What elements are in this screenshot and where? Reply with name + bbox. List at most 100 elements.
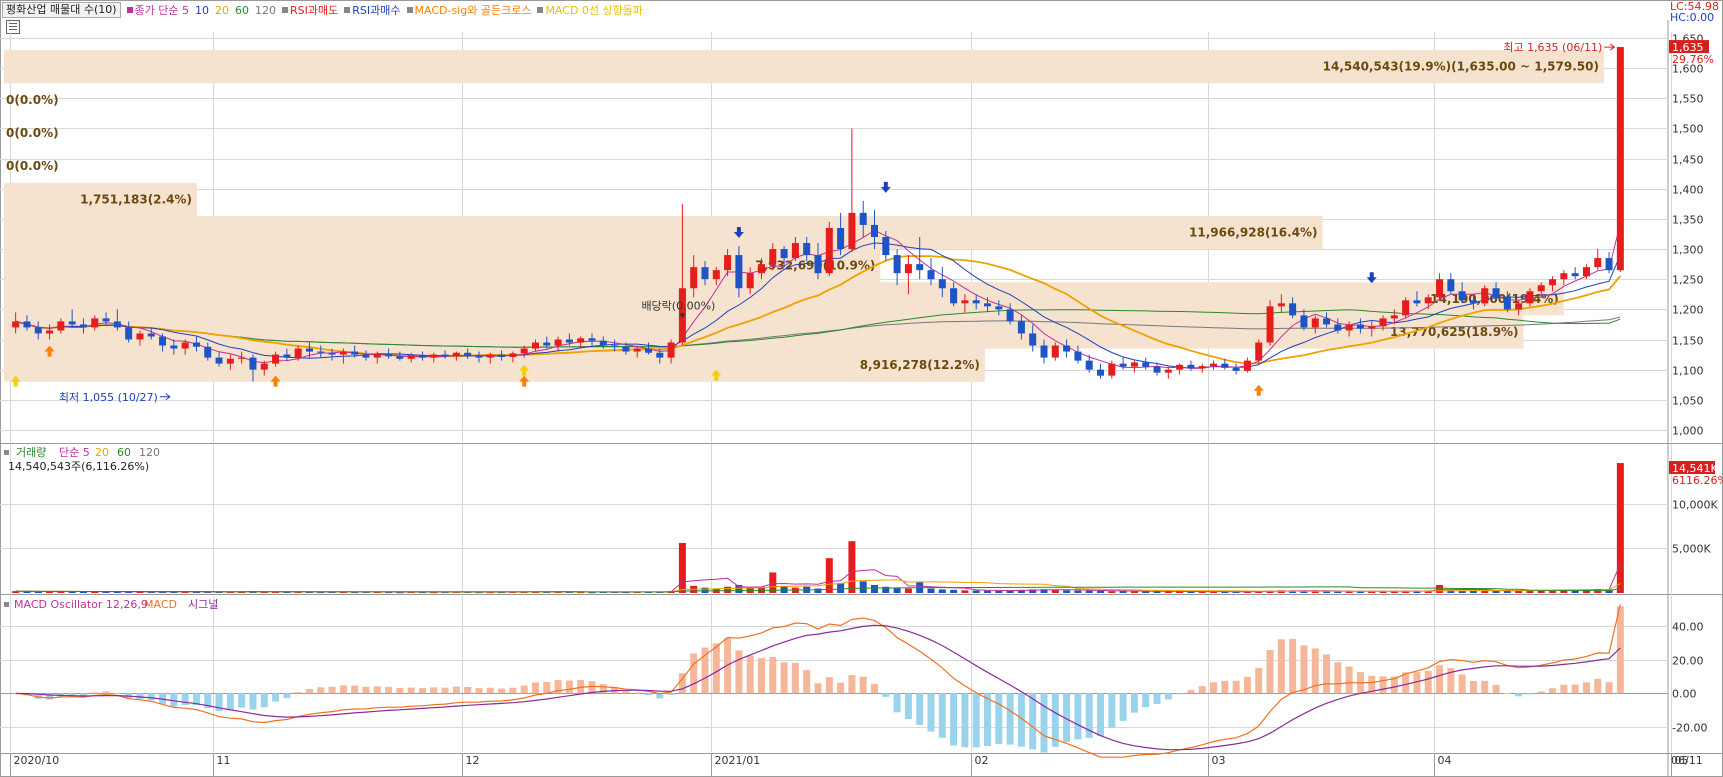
- candle: [780, 249, 788, 259]
- volume-bar: [678, 542, 686, 593]
- candle: [701, 267, 709, 280]
- macd-oscillator-bar: [1142, 693, 1150, 708]
- candle: [407, 355, 415, 359]
- candle: [1164, 369, 1172, 373]
- macd-oscillator-bar: [1549, 688, 1557, 694]
- macd-oscillator-bar: [904, 693, 912, 720]
- price-tick-label: 1,450: [1672, 154, 1704, 167]
- macd-oscillator-bar: [181, 693, 189, 706]
- x-tick-label: 2020/10: [14, 754, 60, 767]
- volume-tick-label: 5,000K: [1672, 543, 1711, 556]
- volume-profile-label: 1,751,183(2.4%): [80, 192, 192, 206]
- volume-legend-item: 120: [139, 446, 160, 459]
- macd-oscillator-bar: [283, 693, 291, 699]
- macd-oscillator-bar: [995, 693, 1003, 744]
- candle: [192, 342, 200, 347]
- macd-oscillator-bar: [226, 693, 234, 711]
- candle: [825, 227, 833, 274]
- macd-oscillator-bar: [102, 691, 110, 694]
- candle: [102, 318, 110, 322]
- volume-bar: [950, 589, 958, 593]
- candle: [1232, 367, 1240, 371]
- macd-oscillator-bar: [837, 682, 845, 694]
- macd-oscillator-bar: [1582, 682, 1590, 694]
- macd-tick-label: 40.00: [1672, 621, 1704, 634]
- candle: [79, 324, 87, 328]
- candle: [1255, 342, 1263, 361]
- macd-oscillator-bar: [1334, 662, 1342, 694]
- price-tick-label: 1,500: [1672, 123, 1704, 136]
- candle: [136, 333, 144, 340]
- candle: [373, 353, 381, 358]
- candle: [1481, 288, 1489, 304]
- candle: [385, 353, 393, 357]
- macd-oscillator-bar: [893, 693, 901, 713]
- candle: [1323, 318, 1331, 325]
- macd-oscillator-bar: [1006, 693, 1014, 745]
- candle: [68, 321, 76, 325]
- macd-oscillator-bar: [520, 685, 528, 694]
- macd-oscillator-bar: [68, 693, 76, 696]
- macd-oscillator-bar: [735, 650, 743, 694]
- candle: [1458, 291, 1466, 301]
- x-tick-label: 11: [217, 754, 231, 767]
- macd-oscillator-bar: [871, 684, 879, 694]
- candle: [904, 264, 912, 274]
- volume-bar: [1097, 590, 1105, 593]
- candle: [848, 212, 856, 250]
- candle: [181, 342, 189, 349]
- macd-oscillator-bar: [1040, 693, 1048, 753]
- macd-oscillator-bar: [1526, 693, 1534, 695]
- macd-oscillator-bar: [1537, 691, 1545, 694]
- price-tick-label: 1,100: [1672, 365, 1704, 378]
- candle: [1198, 366, 1206, 369]
- price-tick-label: 1,000: [1672, 425, 1704, 438]
- macd-oscillator-bar: [1255, 667, 1263, 694]
- candle: [238, 357, 246, 359]
- macd-oscillator-bar: [791, 662, 799, 694]
- candle: [735, 255, 743, 289]
- candle: [667, 342, 675, 358]
- last-price-change: 29.76%: [1672, 53, 1714, 66]
- macd-oscillator-bar: [1503, 692, 1511, 694]
- candle: [972, 300, 980, 304]
- candle: [814, 255, 822, 274]
- macd-oscillator-bar: [351, 685, 359, 694]
- macd-tick-label: 0.00: [1672, 688, 1697, 701]
- volume-profile-label: 8,916,278(12.2%): [860, 358, 980, 372]
- volume-bar: [904, 588, 912, 593]
- candle: [23, 321, 31, 328]
- price-tick-label: 1,400: [1672, 184, 1704, 197]
- macd-oscillator-bar: [294, 692, 302, 694]
- volume-bar: [814, 588, 822, 593]
- candle: [1277, 303, 1285, 307]
- macd-oscillator-bar: [1379, 676, 1387, 694]
- macd-oscillator-bar: [79, 693, 87, 696]
- candle: [531, 342, 539, 349]
- macd-oscillator-bar: [1571, 684, 1579, 694]
- stock-chart[interactable]: 2020/1011122021/01020304050606/111,0001,…: [0, 0, 1723, 777]
- macd-oscillator-bar: [1187, 690, 1195, 694]
- candle: [803, 243, 811, 256]
- volume-bar: [938, 589, 946, 593]
- macd-oscillator-bar: [1210, 682, 1218, 694]
- macd-oscillator-bar: [430, 687, 438, 694]
- volume-last-ratio: 6116.26%: [1672, 474, 1723, 487]
- candle: [1051, 345, 1059, 358]
- macd-oscillator-bar: [746, 655, 754, 694]
- volume-legend-item: 거래량: [16, 446, 46, 459]
- macd-oscillator-bar: [712, 643, 720, 694]
- candle: [452, 352, 460, 357]
- volume-summary: 14,540,543주(6,116.26%): [8, 460, 149, 473]
- macd-oscillator-bar: [1469, 680, 1477, 694]
- macd-oscillator-bar: [531, 682, 539, 694]
- candle: [622, 346, 630, 352]
- volume-bar: [1616, 463, 1624, 593]
- candle: [1153, 366, 1161, 373]
- candle: [1243, 360, 1251, 371]
- macd-oscillator-bar: [667, 693, 675, 695]
- candle: [1108, 363, 1116, 376]
- volume-bar: [1436, 584, 1444, 593]
- price-tick-label: 1,200: [1672, 304, 1704, 317]
- candle: [1368, 326, 1376, 329]
